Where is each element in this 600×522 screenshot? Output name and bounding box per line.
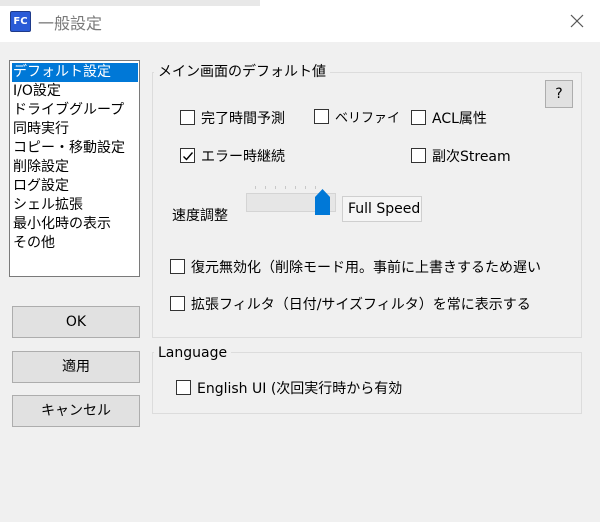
alt-stream-label: 副次Stream xyxy=(432,149,511,165)
ok-button[interactable]: OK xyxy=(12,306,140,338)
estimate-label: 完了時間予測 xyxy=(201,111,285,127)
list-item-shell-ext[interactable]: シェル拡張 xyxy=(12,196,138,215)
list-item-delete[interactable]: 削除設定 xyxy=(12,158,138,177)
list-item-minimized[interactable]: 最小化時の表示 xyxy=(12,215,138,234)
apply-button[interactable]: 適用 xyxy=(12,351,140,383)
main-defaults-group-label: メイン画面のデフォルト値 xyxy=(154,61,330,81)
list-item-other[interactable]: その他 xyxy=(12,234,138,253)
list-item-log[interactable]: ログ設定 xyxy=(12,177,138,196)
continue-on-error-label: エラー時継続 xyxy=(201,149,285,165)
list-item-io-settings[interactable]: I/O設定 xyxy=(12,82,138,101)
speed-value-display: Full Speed xyxy=(342,196,422,222)
slider-thumb-icon xyxy=(315,189,330,215)
help-button[interactable]: ? xyxy=(545,80,573,108)
close-button[interactable] xyxy=(560,7,594,35)
continue-on-error-checkbox[interactable] xyxy=(180,148,195,163)
settings-category-list[interactable]: デフォルト設定 I/O設定 ドライブグループ 同時実行 コピー・移動設定 削除設… xyxy=(9,60,140,277)
cancel-button[interactable]: キャンセル xyxy=(12,395,140,427)
window-title: 一般設定 xyxy=(38,14,103,33)
verify-label: ベリファイ xyxy=(335,111,401,126)
close-icon xyxy=(570,14,584,28)
speed-label: 速度調整 xyxy=(172,208,228,224)
english-ui-checkbox[interactable] xyxy=(176,380,191,395)
speed-slider-thumb[interactable] xyxy=(315,189,330,215)
app-icon: FC xyxy=(10,11,31,32)
ext-filter-label: 拡張フィルタ（日付/サイズフィルタ）を常に表示する xyxy=(191,297,531,313)
background-window-strip xyxy=(0,0,260,6)
acl-checkbox[interactable] xyxy=(411,110,426,125)
acl-label: ACL属性 xyxy=(432,111,487,127)
list-item-copy-move[interactable]: コピー・移動設定 xyxy=(12,139,138,158)
check-mark-icon xyxy=(182,151,193,161)
verify-checkbox[interactable] xyxy=(314,109,329,124)
disable-restore-label: 復元無効化（削除モード用。事前に上書きするため遅い xyxy=(191,260,541,276)
list-item-default-settings[interactable]: デフォルト設定 xyxy=(12,63,138,82)
ext-filter-checkbox[interactable] xyxy=(170,296,185,311)
disable-restore-checkbox[interactable] xyxy=(170,259,185,274)
list-item-drive-group[interactable]: ドライブグループ xyxy=(12,101,138,120)
language-group-label: Language xyxy=(154,345,232,361)
list-item-concurrent[interactable]: 同時実行 xyxy=(12,120,138,139)
alt-stream-checkbox[interactable] xyxy=(411,148,426,163)
estimate-checkbox[interactable] xyxy=(180,110,195,125)
english-ui-label: English UI (次回実行時から有効 xyxy=(197,381,403,397)
